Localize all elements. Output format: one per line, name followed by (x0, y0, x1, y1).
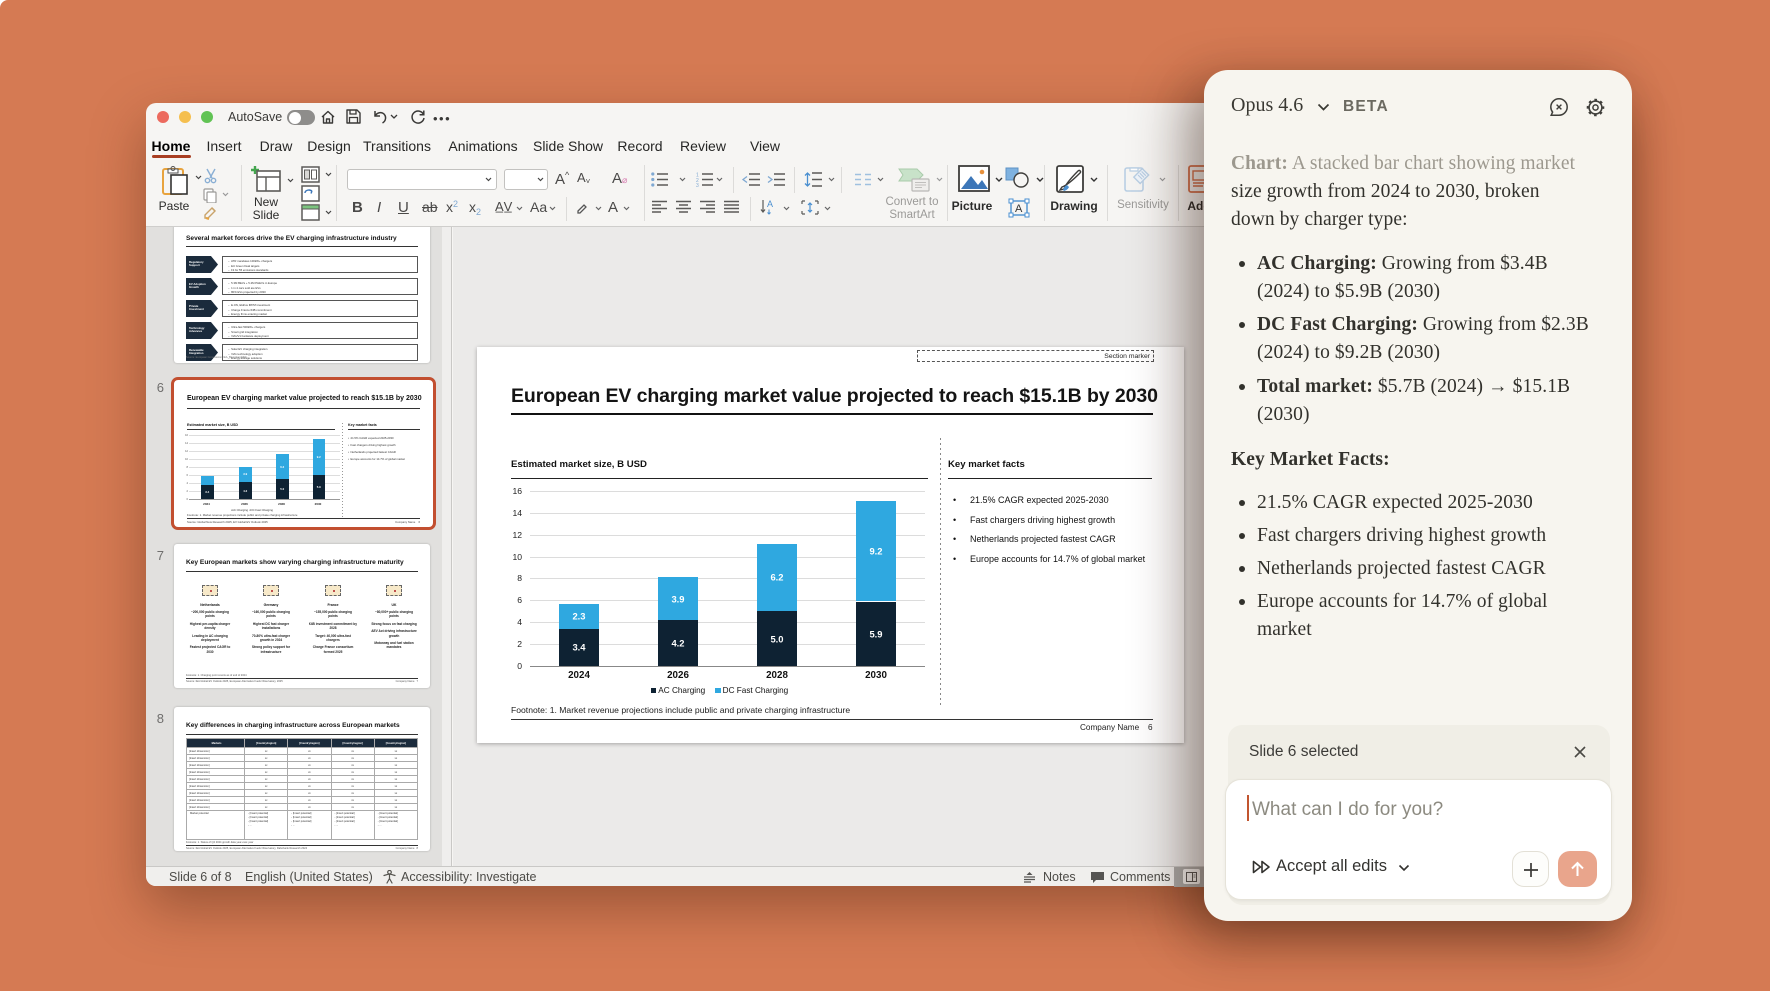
svg-text:A: A (1015, 203, 1023, 215)
svg-text:3: 3 (696, 183, 699, 187)
svg-text:A: A (767, 199, 773, 209)
